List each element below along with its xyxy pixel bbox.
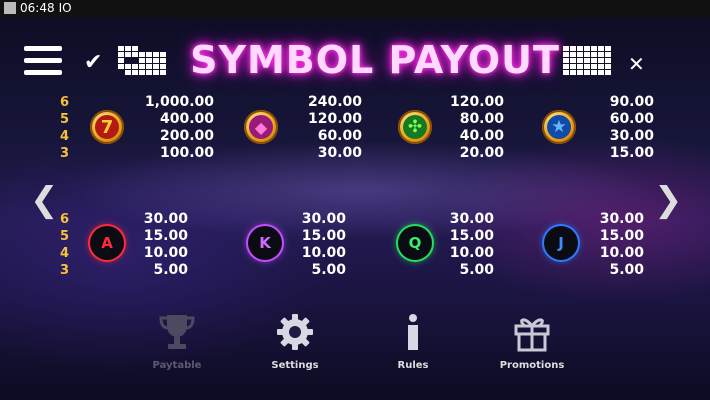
q-symbol-icon: Q bbox=[398, 226, 432, 260]
page-indicator-right bbox=[563, 46, 611, 75]
a-symbol-icon: A bbox=[90, 226, 124, 260]
page-indicator-left bbox=[118, 46, 166, 75]
page-title: SYMBOL PAYOUT bbox=[190, 38, 560, 82]
payout-6: 30.00 bbox=[449, 211, 494, 227]
paytable-button[interactable]: Paytable bbox=[132, 312, 222, 371]
rules-label: Rules bbox=[397, 360, 429, 371]
a-payouts: 30.00 15.00 10.00 5.00 bbox=[130, 211, 188, 279]
clover-payouts: 120.00 80.00 40.00 20.00 bbox=[440, 94, 504, 162]
k-payouts: 30.00 15.00 10.00 5.00 bbox=[290, 211, 346, 279]
seven-symbol-icon: 7 bbox=[90, 110, 124, 144]
payout-5: 15.00 bbox=[143, 228, 188, 244]
payout-5: 15.00 bbox=[599, 228, 644, 244]
q-payouts: 30.00 15.00 10.00 5.00 bbox=[440, 211, 494, 279]
payout-3: 30.00 bbox=[317, 145, 362, 161]
diamond-symbol-icon: ◆ bbox=[244, 110, 278, 144]
payout-4: 10.00 bbox=[449, 245, 494, 261]
count-6: 6 bbox=[60, 95, 70, 110]
payout-3: 15.00 bbox=[609, 145, 654, 161]
payout-4: 10.00 bbox=[599, 245, 644, 261]
payout-3: 5.00 bbox=[459, 262, 494, 278]
menu-icon[interactable] bbox=[24, 46, 62, 80]
settings-button[interactable]: Settings bbox=[250, 312, 340, 371]
payout-4: 40.00 bbox=[459, 128, 504, 144]
payout-3: 5.00 bbox=[311, 262, 346, 278]
count-5: 5 bbox=[60, 229, 70, 244]
payout-4: 200.00 bbox=[159, 128, 214, 144]
rules-button[interactable]: Rules bbox=[368, 312, 458, 371]
j-symbol-icon: J bbox=[544, 226, 578, 260]
diamond-payouts: 240.00 120.00 60.00 30.00 bbox=[290, 94, 362, 162]
info-icon bbox=[408, 314, 418, 350]
count-column-row2: 6 5 4 3 bbox=[60, 211, 69, 279]
payout-3: 20.00 bbox=[459, 145, 504, 161]
payout-4: 30.00 bbox=[609, 128, 654, 144]
payout-5: 120.00 bbox=[307, 111, 362, 127]
count-6: 6 bbox=[60, 212, 70, 227]
payout-3: 5.00 bbox=[609, 262, 644, 278]
payout-5: 15.00 bbox=[449, 228, 494, 244]
check-icon: ✔ bbox=[84, 50, 103, 75]
star-payouts: 90.00 60.00 30.00 15.00 bbox=[590, 94, 654, 162]
payout-5: 80.00 bbox=[459, 111, 504, 127]
star-symbol-icon: ★ bbox=[542, 110, 576, 144]
payout-4: 10.00 bbox=[301, 245, 346, 261]
gear-icon bbox=[277, 314, 313, 350]
payout-6: 30.00 bbox=[301, 211, 346, 227]
trophy-icon bbox=[159, 315, 195, 349]
count-3: 3 bbox=[60, 263, 70, 278]
payout-6: 1,000.00 bbox=[144, 94, 214, 110]
gift-icon bbox=[514, 318, 550, 352]
payout-6: 240.00 bbox=[307, 94, 362, 110]
payout-3: 5.00 bbox=[153, 262, 188, 278]
promotions-label: Promotions bbox=[499, 360, 565, 371]
count-4: 4 bbox=[60, 129, 70, 144]
payout-4: 10.00 bbox=[143, 245, 188, 261]
payout-6: 30.00 bbox=[143, 211, 188, 227]
payout-5: 15.00 bbox=[301, 228, 346, 244]
status-bar: 06:48 IO bbox=[0, 0, 710, 18]
next-page-arrow-icon[interactable]: ❯ bbox=[654, 180, 683, 220]
app-icon bbox=[4, 2, 16, 14]
previous-page-arrow-icon[interactable]: ❮ bbox=[30, 180, 59, 220]
payout-6: 120.00 bbox=[449, 94, 504, 110]
status-extra: IO bbox=[58, 1, 72, 15]
count-5: 5 bbox=[60, 112, 70, 127]
promotions-button[interactable]: Promotions bbox=[487, 312, 577, 371]
count-4: 4 bbox=[60, 246, 70, 261]
status-bar-left: 06:48 IO bbox=[4, 1, 72, 15]
count-column-row1: 6 5 4 3 bbox=[60, 94, 69, 162]
payout-6: 90.00 bbox=[609, 94, 654, 110]
seven-payouts: 1,000.00 400.00 200.00 100.00 bbox=[130, 94, 214, 162]
payout-5: 60.00 bbox=[609, 111, 654, 127]
close-icon[interactable]: ✕ bbox=[628, 52, 645, 76]
status-time: 06:48 bbox=[20, 1, 55, 15]
settings-label: Settings bbox=[271, 360, 319, 371]
j-payouts: 30.00 15.00 10.00 5.00 bbox=[590, 211, 644, 279]
payout-4: 60.00 bbox=[317, 128, 362, 144]
k-symbol-icon: K bbox=[248, 226, 282, 260]
clover-symbol-icon: ✣ bbox=[398, 110, 432, 144]
paytable-label: Paytable bbox=[152, 360, 202, 371]
count-3: 3 bbox=[60, 146, 70, 161]
payout-3: 100.00 bbox=[159, 145, 214, 161]
payout-6: 30.00 bbox=[599, 211, 644, 227]
payout-5: 400.00 bbox=[159, 111, 214, 127]
